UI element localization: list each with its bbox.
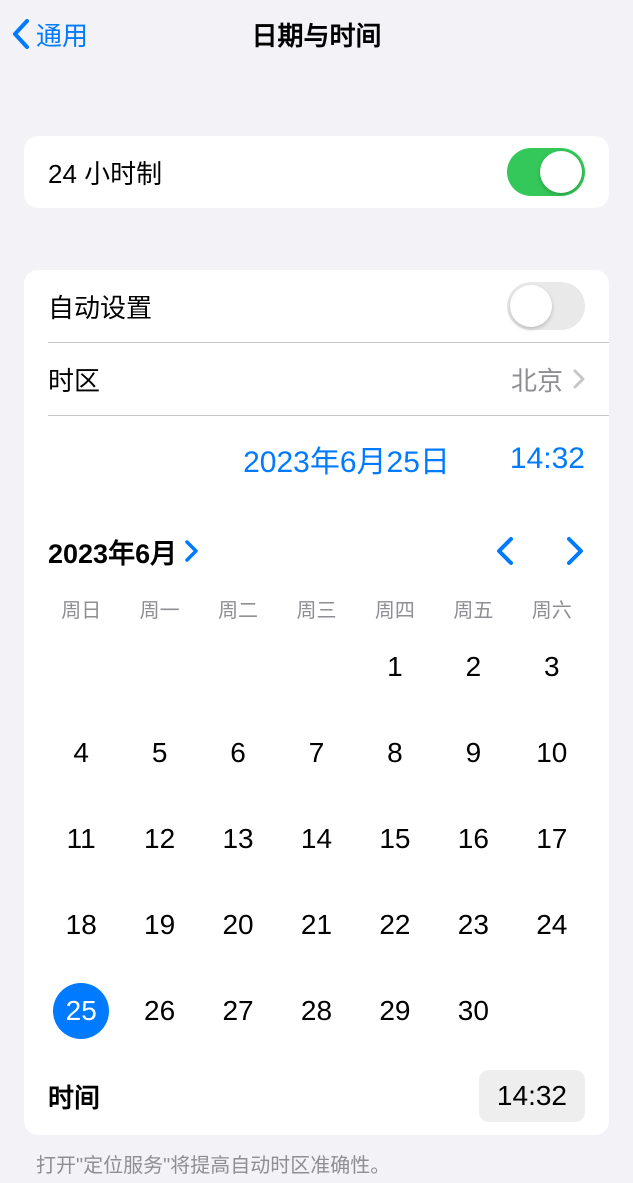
weekday-label: 周五 [434,594,512,623]
day-cell[interactable]: 18 [42,897,120,953]
day-cell[interactable]: 12 [120,811,198,867]
day-cell[interactable]: 16 [434,811,512,867]
day-cell[interactable]: 22 [356,897,434,953]
day-cell[interactable]: 11 [42,811,120,867]
time-display[interactable]: 14:32 [510,442,585,476]
day-cell[interactable]: 1 [356,639,434,695]
toggle-knob [510,285,552,327]
weekday-label: 周一 [120,594,198,623]
day-cell[interactable]: 21 [277,897,355,953]
day-cell[interactable]: 17 [513,811,591,867]
day-cell[interactable]: 6 [199,725,277,781]
weekday-label: 周三 [277,594,355,623]
prev-month-button[interactable] [495,536,515,566]
day-empty [120,639,198,695]
day-cell[interactable]: 8 [356,725,434,781]
calendar-month-header: 2023年6月 [24,516,609,586]
day-cell[interactable]: 29 [356,983,434,1039]
day-selected[interactable]: 25 [42,983,120,1039]
day-cell[interactable]: 28 [277,983,355,1039]
value-timezone: 北京 [511,361,563,398]
label-time: 时间 [48,1078,100,1115]
day-cell[interactable]: 3 [513,639,591,695]
month-nav [495,536,585,566]
value-timezone-wrap: 北京 [511,361,585,398]
chevron-right-icon [185,540,199,562]
chevron-left-icon [12,19,30,49]
day-cell[interactable]: 4 [42,725,120,781]
day-cell[interactable]: 7 [277,725,355,781]
weekday-label: 周四 [356,594,434,623]
back-label: 通用 [36,16,88,53]
day-cell[interactable]: 15 [356,811,434,867]
day-cell[interactable]: 24 [513,897,591,953]
calendar-grid: 1234567891011121314151617181920212223242… [24,639,609,1039]
day-cell[interactable]: 10 [513,725,591,781]
day-cell[interactable]: 26 [120,983,198,1039]
day-cell[interactable]: 27 [199,983,277,1039]
weekday-label: 周二 [199,594,277,623]
day-cell[interactable]: 9 [434,725,512,781]
row-auto-set: 自动设置 [24,270,609,342]
day-empty [42,639,120,695]
label-auto-set: 自动设置 [48,288,152,325]
day-empty [277,639,355,695]
section-auto-datetime: 自动设置 时区 北京 2023年6月25日 14:32 2023年6月 [24,270,609,1135]
section-24hour: 24 小时制 [24,136,609,208]
header: 通用 日期与时间 [0,0,633,68]
time-picker[interactable]: 14:32 [479,1070,585,1122]
day-cell[interactable]: 23 [434,897,512,953]
day-cell[interactable]: 30 [434,983,512,1039]
label-24hour: 24 小时制 [48,154,162,191]
day-cell[interactable]: 19 [120,897,198,953]
label-timezone: 时区 [48,361,100,398]
toggle-knob [540,151,582,193]
row-24hour: 24 小时制 [24,136,609,208]
toggle-auto-set[interactable] [507,282,585,330]
date-display[interactable]: 2023年6月25日 [243,437,450,481]
day-cell[interactable]: 14 [277,811,355,867]
footer-note: 打开"定位服务"将提高自动时区准确性。 [0,1135,633,1178]
weekday-label: 周六 [513,594,591,623]
row-datetime-display: 2023年6月25日 14:32 [24,416,609,502]
day-empty [199,639,277,695]
weekday-label: 周日 [42,594,120,623]
month-selector[interactable]: 2023年6月 [48,532,199,571]
weekday-header: 周日周一周二周三周四周五周六 [24,594,609,623]
chevron-right-icon [573,369,585,389]
day-cell[interactable]: 2 [434,639,512,695]
day-cell[interactable]: 13 [199,811,277,867]
next-month-button[interactable] [565,536,585,566]
day-cell[interactable]: 20 [199,897,277,953]
month-label: 2023年6月 [48,532,177,571]
back-button[interactable]: 通用 [0,16,88,53]
day-cell[interactable]: 5 [120,725,198,781]
toggle-24hour[interactable] [507,148,585,196]
row-time: 时间 14:32 [24,1057,609,1135]
row-timezone[interactable]: 时区 北京 [24,343,609,415]
page-title: 日期与时间 [251,16,381,53]
